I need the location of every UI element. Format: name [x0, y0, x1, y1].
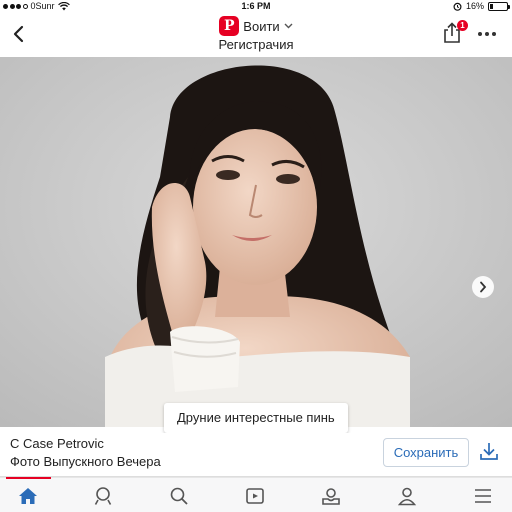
top-header: P Воити Регистрачия 1 [0, 13, 512, 57]
home-icon [19, 487, 37, 504]
download-icon [480, 443, 498, 460]
login-label: Воити [243, 18, 280, 34]
battery-percent: 16% [465, 1, 484, 11]
nav-following[interactable] [84, 478, 122, 512]
download-button[interactable] [478, 440, 502, 464]
status-time: 1:6 PM [241, 1, 271, 11]
status-bar: 0Sunr 1:6 PM 16% [0, 0, 512, 13]
carrier-name: 0Sunr [30, 1, 55, 11]
next-image-button[interactable] [472, 276, 494, 298]
battery-icon [488, 2, 510, 11]
pin-board[interactable]: Фото Выпускного Вечера [10, 454, 161, 469]
login-menu[interactable]: P Воити [0, 16, 512, 36]
pin-info: C Case Petrovic Фото Выпускного Вечера С… [0, 433, 512, 477]
nav-inbox[interactable] [312, 478, 350, 512]
portrait-illustration [0, 57, 512, 427]
pin-image[interactable] [0, 57, 512, 427]
signal-icon [3, 4, 28, 9]
app-screen: 0Sunr 1:6 PM 16% P Воити Регистрачия 1 Д… [0, 0, 512, 512]
bottom-navigation [0, 477, 512, 512]
more-options-button[interactable] [476, 25, 498, 43]
search-icon [170, 487, 188, 505]
status-left: 0Sunr [3, 0, 70, 13]
more-dot [478, 32, 482, 36]
save-button[interactable]: Сохранить [383, 438, 469, 467]
nav-menu[interactable] [464, 478, 502, 512]
more-pins-button[interactable]: Друние интерестные пинь [164, 403, 348, 433]
notification-badge: 1 [457, 20, 468, 31]
status-right: 16% [453, 0, 510, 13]
pin-author[interactable]: C Case Petrovic [10, 436, 104, 451]
wifi-icon [57, 2, 70, 11]
alarm-icon [453, 2, 462, 11]
more-dot [492, 32, 496, 36]
nav-search[interactable] [160, 478, 198, 512]
inbox-icon [322, 487, 340, 505]
chevron-down-icon [284, 23, 293, 29]
battery-fill [490, 4, 493, 9]
nav-profile[interactable] [388, 478, 426, 512]
share-button[interactable]: 1 [442, 20, 468, 46]
nav-home[interactable] [9, 478, 47, 512]
more-dot [485, 32, 489, 36]
user-icon [397, 487, 417, 505]
video-icon [246, 487, 264, 504]
signup-link[interactable]: Регистрачия [0, 37, 512, 52]
chevron-right-icon [480, 281, 487, 293]
nav-video[interactable] [236, 478, 274, 512]
pinterest-logo: P [219, 16, 240, 36]
profile-search-icon [94, 486, 112, 505]
menu-icon [475, 488, 491, 503]
